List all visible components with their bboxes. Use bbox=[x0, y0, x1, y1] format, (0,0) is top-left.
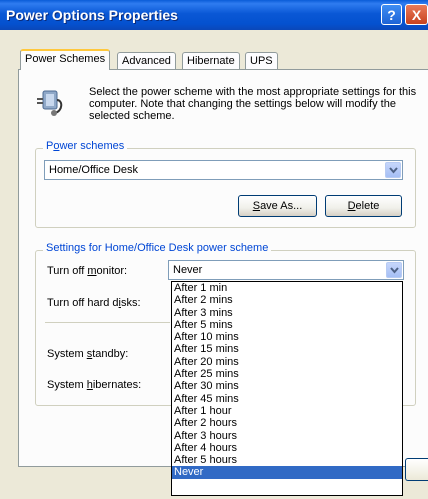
save-as-button[interactable]: Save As... bbox=[238, 195, 317, 217]
monitor-option-item[interactable]: After 10 mins bbox=[172, 331, 402, 343]
window-title: Power Options Properties bbox=[6, 7, 178, 23]
tab-advanced[interactable]: Advanced bbox=[117, 52, 176, 69]
chevron-down-icon[interactable] bbox=[385, 162, 401, 178]
monitor-option-item[interactable]: After 5 hours bbox=[172, 454, 402, 466]
monitor-option-item[interactable]: After 30 mins bbox=[172, 380, 402, 392]
tab-label: Advanced bbox=[122, 55, 171, 67]
monitor-option-item[interactable]: After 4 hours bbox=[172, 442, 402, 454]
tab-label: Power Schemes bbox=[25, 53, 106, 65]
tab-label: UPS bbox=[250, 55, 273, 67]
delete-button[interactable]: Delete bbox=[325, 195, 402, 217]
system-standby-label: System standby: bbox=[47, 348, 129, 360]
settings-group-label: Settings for Home/Office Desk power sche… bbox=[43, 242, 272, 254]
power-schemes-label: Power schemes bbox=[43, 140, 128, 152]
chevron-down-icon[interactable] bbox=[386, 262, 402, 278]
title-bar[interactable]: Power Options Properties ? X bbox=[0, 0, 428, 30]
turn-off-monitor-value: Never bbox=[173, 264, 203, 276]
power-scheme-dropdown[interactable]: Home/Office Desk bbox=[44, 160, 403, 180]
tab-hibernate[interactable]: Hibernate bbox=[182, 52, 240, 69]
monitor-option-item[interactable]: After 1 hour bbox=[172, 405, 402, 417]
tab-power-schemes[interactable]: Power Schemes bbox=[20, 49, 111, 70]
monitor-option-item[interactable]: After 2 mins bbox=[172, 294, 402, 306]
intro-description: Select the power scheme with the most ap… bbox=[89, 86, 417, 122]
system-hibernates-label: System hibernates: bbox=[47, 379, 142, 391]
power-scheme-value: Home/Office Desk bbox=[49, 164, 139, 176]
help-button[interactable]: ? bbox=[381, 4, 402, 25]
apply-button[interactable] bbox=[405, 458, 428, 481]
monitor-option-item[interactable]: After 20 mins bbox=[172, 356, 402, 368]
monitor-option-item[interactable]: Never bbox=[172, 466, 402, 479]
monitor-option-item[interactable]: After 15 mins bbox=[172, 343, 402, 355]
monitor-option-item[interactable]: After 3 hours bbox=[172, 430, 402, 442]
monitor-option-item[interactable]: After 1 min bbox=[172, 282, 402, 294]
monitor-option-item[interactable]: After 2 hours bbox=[172, 417, 402, 429]
turn-off-hard-disks-label: Turn off hard disks: bbox=[47, 297, 141, 309]
close-button[interactable]: X bbox=[405, 4, 428, 25]
monitor-option-item[interactable]: After 5 mins bbox=[172, 319, 402, 331]
monitor-option-item[interactable]: After 3 mins bbox=[172, 307, 402, 319]
divider bbox=[45, 322, 170, 323]
turn-off-monitor-label: Turn off monitor: bbox=[47, 265, 128, 277]
tab-ups[interactable]: UPS bbox=[245, 52, 278, 69]
monitor-options-list[interactable]: After 1 min After 2 mins After 3 mins After… bbox=[171, 281, 403, 496]
tab-label: Hibernate bbox=[187, 55, 235, 67]
turn-off-monitor-dropdown[interactable]: Never bbox=[168, 260, 404, 280]
monitor-option-item[interactable]: After 45 mins bbox=[172, 393, 402, 405]
power-options-icon bbox=[33, 85, 69, 119]
monitor-option-item[interactable]: After 25 mins bbox=[172, 368, 402, 380]
